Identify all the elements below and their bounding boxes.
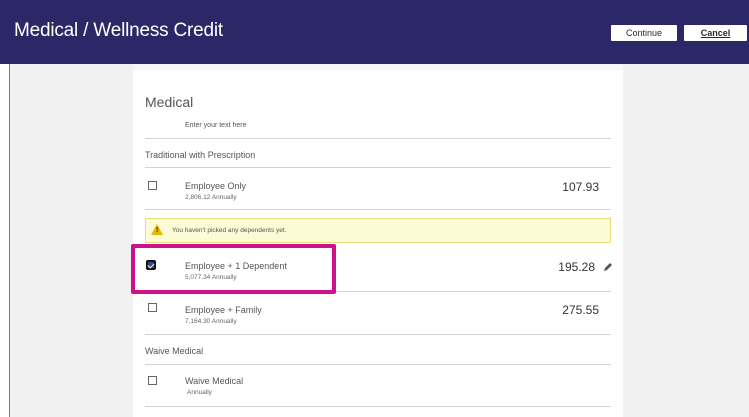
plan-heading: Traditional with Prescription: [145, 150, 256, 160]
selection-highlight-box: [131, 244, 336, 294]
employee-family-checkbox[interactable]: [148, 303, 157, 312]
warning-text: You haven't picked any dependents yet.: [172, 227, 287, 234]
divider: [145, 138, 611, 139]
option-price: 195.28: [558, 260, 595, 274]
option-name: Employee Only: [185, 181, 247, 191]
waive-medical-checkbox[interactable]: [148, 376, 157, 385]
divider: [145, 406, 611, 407]
option-annual: 2,806.12 Annually: [185, 194, 237, 201]
divider: [145, 334, 611, 335]
divider: [145, 167, 611, 168]
hint-text: Enter your text here: [185, 122, 247, 129]
app-header: Medical / Wellness Credit Continue Cance…: [0, 0, 749, 64]
option-annual: 7,164.30 Annually: [185, 318, 237, 325]
divider: [145, 209, 611, 210]
section-title: Medical: [145, 94, 194, 110]
option-price: 107.93: [562, 180, 599, 194]
divider: [145, 364, 611, 365]
waive-heading: Waive Medical: [145, 346, 204, 356]
option-price: 275.55: [562, 303, 599, 317]
dependents-warning: ! You haven't picked any dependents yet.: [145, 218, 611, 243]
option-name: Waive Medical: [185, 376, 244, 386]
employee-only-checkbox[interactable]: [148, 181, 157, 190]
option-name: Employee + Family: [185, 305, 262, 315]
option-annual: Annually: [187, 389, 212, 396]
warning-icon-mark: !: [156, 227, 159, 234]
edit-pencil-icon[interactable]: [603, 262, 613, 272]
page-title: Medical / Wellness Credit: [14, 20, 224, 41]
continue-button[interactable]: Continue: [611, 25, 677, 41]
cancel-button[interactable]: Cancel: [684, 25, 747, 41]
